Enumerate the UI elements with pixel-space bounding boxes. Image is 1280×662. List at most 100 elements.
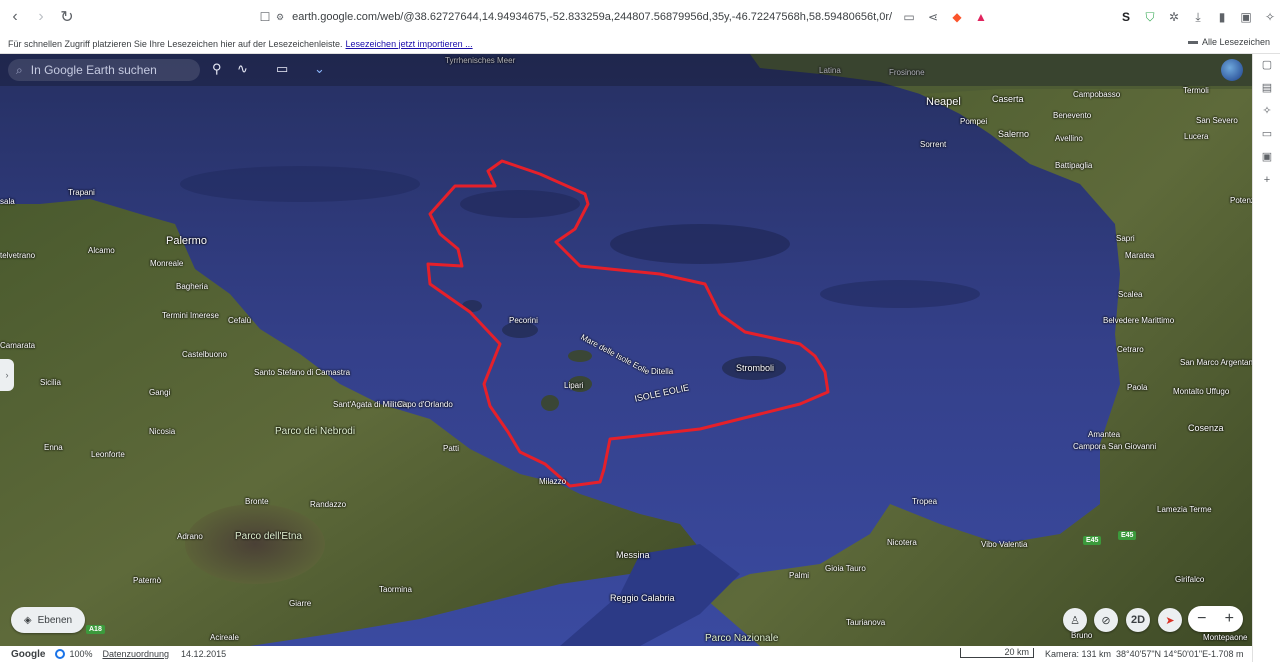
extension-s-icon[interactable]: S <box>1117 8 1135 26</box>
rewards-icon[interactable]: ▲ <box>972 8 990 26</box>
map-label[interactable]: Giarre <box>289 599 311 608</box>
map-label[interactable]: Potenza <box>1230 196 1252 205</box>
map-label[interactable]: Montalto Uffugo <box>1173 387 1229 396</box>
map-label[interactable]: Pompei <box>960 117 987 126</box>
url-text[interactable]: earth.google.com/web/@38.62727644,14.949… <box>292 11 892 23</box>
compass-button[interactable]: ➤ <box>1158 608 1182 632</box>
map-label[interactable]: Nicosia <box>149 427 175 436</box>
chevron-down-icon[interactable]: ⌄ <box>314 61 325 77</box>
map-label[interactable]: Avellino <box>1055 134 1083 143</box>
map-label[interactable]: Trapani <box>68 188 95 197</box>
zoom-out-button[interactable]: − <box>1197 610 1206 628</box>
back-icon[interactable]: ‹ <box>4 6 26 28</box>
share-icon[interactable]: ⋖ <box>924 8 942 26</box>
map-label[interactable]: Patti <box>443 444 459 453</box>
layers-button[interactable]: ◈ Ebenen <box>11 607 85 633</box>
map-label[interactable]: Monreale <box>150 259 183 268</box>
bookmarks-sidebar-icon[interactable]: ▣ <box>1253 146 1280 169</box>
map-label[interactable]: Parco dei Nebrodi <box>275 426 355 437</box>
map-label[interactable]: Montepaone <box>1203 633 1247 642</box>
wallet-icon[interactable]: ▣ <box>1237 8 1255 26</box>
map-label[interactable]: Sorrent <box>920 140 946 149</box>
map-label[interactable]: Alcamo <box>88 246 115 255</box>
map-label[interactable]: Tropea <box>912 497 937 506</box>
map-label[interactable]: Pecorini <box>509 316 538 325</box>
map-label[interactable]: Milazzo <box>539 477 566 486</box>
map-label[interactable]: Cetraro <box>1117 345 1144 354</box>
panel-expand-handle[interactable]: › <box>0 359 14 391</box>
map-label[interactable]: Girifalco <box>1175 575 1204 584</box>
leo-icon[interactable]: ✧ <box>1261 8 1279 26</box>
map-label[interactable]: Enna <box>44 443 63 452</box>
map-label[interactable]: Campobasso <box>1073 90 1120 99</box>
map-label[interactable]: Bagheria <box>176 282 208 291</box>
forward-icon[interactable]: › <box>30 6 52 28</box>
map-label[interactable]: Cefalù <box>228 316 251 325</box>
all-bookmarks-button[interactable]: ▬ Alle Lesezeichen <box>1188 36 1270 47</box>
map-label[interactable]: Belvedere Marittimo <box>1103 316 1174 325</box>
map-label[interactable]: Scalea <box>1118 290 1142 299</box>
map-label[interactable]: Leonforte <box>91 450 125 459</box>
map-label[interactable]: Gangi <box>149 388 170 397</box>
map-label[interactable]: Taormina <box>379 585 412 594</box>
map-label[interactable]: Palermo <box>166 235 207 247</box>
map-label[interactable]: Lipari <box>564 381 584 390</box>
sidebar-panel-icon[interactable]: ▢ <box>1253 54 1280 77</box>
map-label[interactable]: Bruno <box>1071 631 1092 640</box>
map-label[interactable]: Capo d'Orlando <box>397 400 453 409</box>
search-box[interactable]: ⌕ In Google Earth suchen <box>8 59 200 81</box>
map-label[interactable]: Battipaglia <box>1055 161 1092 170</box>
zoom-in-button[interactable]: + <box>1225 610 1234 628</box>
map-label[interactable]: Stromboli <box>736 363 774 373</box>
map-label[interactable]: Cosenza <box>1188 423 1224 433</box>
path-icon[interactable]: ∿ <box>237 61 248 77</box>
map-label[interactable]: Reggio Calabria <box>610 593 675 603</box>
map-label[interactable]: Benevento <box>1053 111 1091 120</box>
leo-sidebar-icon[interactable]: ✧ <box>1253 100 1280 123</box>
map-label[interactable]: Sapri <box>1116 234 1135 243</box>
map-label[interactable]: Maratea <box>1125 251 1154 260</box>
map-label[interactable]: Amantea <box>1088 430 1120 439</box>
map-label[interactable]: Randazzo <box>310 500 346 509</box>
profile-globe-icon[interactable] <box>1221 59 1243 81</box>
extensions-icon[interactable]: ✲ <box>1165 8 1183 26</box>
install-icon[interactable]: ▭ <box>900 8 918 26</box>
earth-map-view[interactable]: Neapel Caserta Campobasso Termoli Pompei Bene… <box>0 54 1252 646</box>
map-label[interactable]: Palmi <box>789 571 809 580</box>
ruler-icon[interactable]: ▭ <box>276 61 288 77</box>
reading-list-icon[interactable]: ▤ <box>1253 77 1280 100</box>
map-label[interactable]: Campora San Giovanni <box>1073 442 1156 451</box>
map-label[interactable]: Bronte <box>245 497 269 506</box>
pegman-button[interactable]: ♙ <box>1063 608 1087 632</box>
map-label[interactable]: Salerno <box>998 129 1029 139</box>
map-label[interactable]: telvetrano <box>0 251 35 260</box>
bookmark-icon[interactable]: ☐ <box>254 6 276 28</box>
site-info-icon[interactable]: ⚙ <box>276 12 284 23</box>
map-label[interactable]: sala <box>0 197 15 206</box>
map-label[interactable]: Parco dell'Etna <box>235 531 302 542</box>
mode-2d-button[interactable]: 2D <box>1126 608 1150 632</box>
map-label[interactable]: Adrano <box>177 532 203 541</box>
map-label[interactable]: Ditella <box>651 367 673 376</box>
map-label[interactable]: Vibo Valentia <box>981 540 1027 549</box>
map-label[interactable]: Acireale <box>210 633 239 642</box>
add-sidebar-icon[interactable]: + <box>1253 169 1280 192</box>
map-label[interactable]: Neapel <box>926 96 961 108</box>
brave-shield-icon[interactable]: ◆ <box>948 8 966 26</box>
map-label[interactable]: Paola <box>1127 383 1147 392</box>
map-label[interactable]: Sicilia <box>40 378 61 387</box>
map-label[interactable]: Paternò <box>133 576 161 585</box>
placemark-icon[interactable]: ⚲ <box>212 61 222 77</box>
map-label[interactable]: San Marco Argentano <box>1180 358 1252 367</box>
wallet-sidebar-icon[interactable]: ▭ <box>1253 123 1280 146</box>
map-label[interactable]: Lamezia Terme <box>1157 505 1212 514</box>
map-label[interactable]: Taurianova <box>846 618 885 627</box>
reload-icon[interactable]: ↻ <box>56 6 78 28</box>
map-label[interactable]: Santo Stefano di Camastra <box>254 368 350 377</box>
map-label[interactable]: Gioia Tauro <box>825 564 866 573</box>
map-label[interactable]: Termoli <box>1183 86 1209 95</box>
map-label[interactable]: San Severo <box>1196 116 1238 125</box>
map-label[interactable]: Castelbuono <box>182 350 227 359</box>
sidebar-toggle-icon[interactable]: ▮ <box>1213 8 1231 26</box>
download-icon[interactable]: ⤓ <box>1189 8 1207 26</box>
